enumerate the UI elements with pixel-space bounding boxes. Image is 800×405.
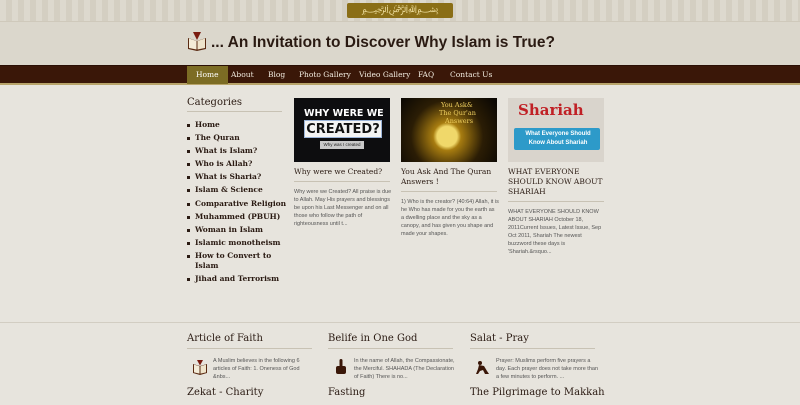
thumbnail-caption: The Qur'an — [439, 109, 476, 117]
category-item[interactable]: What is Sharia? — [187, 172, 287, 182]
nav-faq[interactable]: FAQ — [409, 66, 443, 84]
divider — [187, 348, 312, 349]
open-book-icon[interactable] — [186, 30, 208, 52]
post-card: You Ask& The Qur'an Answers You Ask And … — [401, 98, 499, 238]
post-thumbnail[interactable]: You Ask& The Qur'an Answers — [401, 98, 497, 162]
categories-heading: Categories — [187, 97, 242, 108]
bismillah-calligraphy-logo: ﷽ — [347, 3, 453, 18]
category-item[interactable]: Islam & Science — [187, 185, 287, 195]
feature-title[interactable]: The Pilgrimage to Makkah — [470, 387, 630, 398]
thumbnail-caption: CREATED? — [304, 120, 382, 138]
category-item[interactable]: Home — [187, 120, 287, 130]
raised-finger-hand-icon — [336, 359, 346, 374]
category-item[interactable]: What is Islam? — [187, 146, 287, 156]
category-item[interactable]: The Quran — [187, 133, 287, 143]
thumbnail-caption: Answers — [445, 117, 474, 125]
category-list: Home The Quran What is Islam? Who is All… — [187, 120, 287, 287]
thumbnail-caption: Why was I created — [320, 141, 364, 149]
feature-belief-in-one-god: Belife in One God In the name of Allah, … — [328, 333, 458, 385]
feature-title[interactable]: Zekat - Charity — [187, 387, 317, 398]
feature-fasting: Fasting — [328, 387, 458, 398]
open-book-icon — [193, 360, 207, 375]
post-card: Shariah What Everyone Should Know About … — [508, 98, 606, 256]
feature-pilgrimage: The Pilgrimage to Makkah — [470, 387, 630, 398]
thumbnail-caption: WHY WERE WE — [304, 108, 384, 119]
feature-text: A Muslim believes in the following 6 art… — [213, 358, 300, 380]
post-excerpt: 1) Who is the creator? (40:64) Allah, it… — [401, 199, 499, 237]
feature-title[interactable]: Article of Faith — [187, 333, 317, 344]
feature-text: In the name of Allah, the Compassionate,… — [354, 358, 455, 380]
post-excerpt: Why were we Created? All praise is due t… — [294, 189, 392, 227]
category-item[interactable]: Comparative Religion — [187, 199, 287, 209]
category-item[interactable]: Muhammed (PBUH) — [187, 212, 287, 222]
nav-blog[interactable]: Blog — [259, 66, 294, 84]
category-item[interactable]: Islamic monotheism — [187, 238, 287, 248]
thumbnail-caption: Shariah — [518, 101, 584, 119]
post-title[interactable]: WHAT EVERYONE SHOULD KNOW ABOUT SHARIAH — [508, 167, 606, 197]
divider — [294, 181, 390, 182]
thumbnail-caption: What Everyone Should — [525, 131, 591, 137]
thumbnail-caption: Know About Shariah — [528, 140, 588, 146]
post-excerpt: WHAT EVERYONE SHOULD KNOW ABOUT SHARIAH … — [508, 209, 602, 255]
post-title[interactable]: Why were we Created? — [294, 167, 392, 177]
praying-person-icon — [476, 361, 489, 374]
post-title[interactable]: You Ask And The Quran Answers ! — [401, 167, 499, 187]
post-thumbnail[interactable]: WHY WERE WE CREATED? Why was I created — [294, 98, 390, 162]
site-title[interactable]: ... An Invitation to Discover Why Islam … — [211, 34, 555, 52]
divider — [187, 111, 282, 112]
feature-text: Prayer: Muslims perform five prayers a d… — [496, 358, 599, 380]
post-card: WHY WERE WE CREATED? Why was I created W… — [294, 98, 392, 228]
main-navigation: Home About Blog Photo Gallery Video Gall… — [0, 65, 800, 85]
thumbnail-caption: You Ask& — [441, 101, 473, 109]
feature-title[interactable]: Fasting — [328, 387, 458, 398]
category-item[interactable]: Jihad and Terrorism — [187, 274, 287, 284]
nav-about[interactable]: About — [222, 66, 263, 84]
feature-title[interactable]: Belife in One God — [328, 333, 458, 344]
section-divider — [0, 322, 800, 323]
divider — [328, 348, 453, 349]
divider — [401, 191, 497, 192]
category-item[interactable]: Woman in Islam — [187, 225, 287, 235]
category-item[interactable]: Who is Allah? — [187, 159, 287, 169]
feature-zekat-charity: Zekat - Charity — [187, 387, 317, 398]
divider — [508, 201, 604, 202]
feature-article-of-faith: Article of Faith A Muslim believes in th… — [187, 333, 317, 385]
post-thumbnail[interactable]: Shariah What Everyone Should Know About … — [508, 98, 604, 162]
feature-salat-pray: Salat - Pray Prayer: Muslims perform fiv… — [470, 333, 600, 385]
feature-title[interactable]: Salat - Pray — [470, 333, 600, 344]
divider — [470, 348, 595, 349]
category-item[interactable]: How to Convert to Islam — [187, 251, 287, 271]
nav-contact-us[interactable]: Contact Us — [441, 66, 501, 84]
